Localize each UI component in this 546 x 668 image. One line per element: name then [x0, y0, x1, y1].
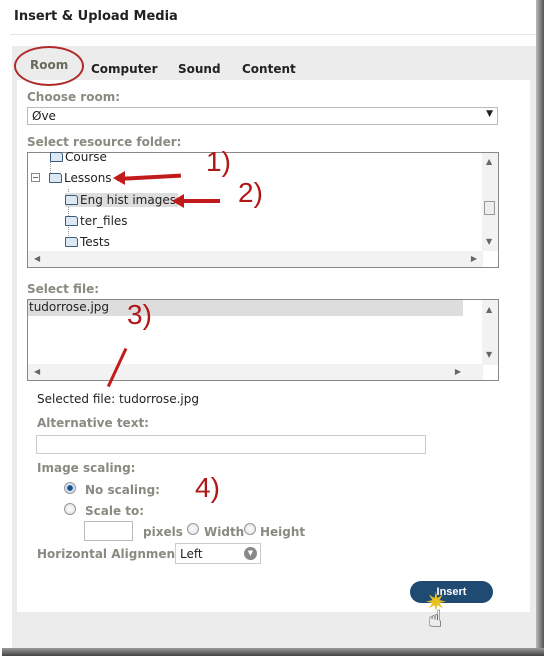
folder-icon — [49, 173, 62, 183]
annotation-2: 2) — [238, 177, 263, 208]
chevron-down-icon: ▼ — [244, 547, 257, 560]
room-value: Øve — [32, 109, 56, 123]
file-label: Select file: — [27, 282, 100, 296]
selected-file-text: Selected file: tudorrose.jpg — [37, 392, 199, 406]
folder-icon — [50, 152, 63, 162]
room-select[interactable]: Øve ▼ — [27, 107, 498, 125]
tab-sound[interactable]: Sound — [178, 62, 221, 76]
hand-cursor-icon: ☝ — [428, 605, 443, 633]
collapse-icon[interactable]: − — [31, 173, 40, 182]
annotation-4: 4) — [195, 472, 220, 503]
alt-text-label: Alternative text: — [37, 416, 149, 430]
file-list[interactable]: tudorrose.jpg ▲ ▼ ◀ ▶ — [27, 299, 499, 381]
alt-text-input[interactable] — [36, 435, 426, 454]
vertical-scrollbar[interactable]: ▲ ▼ — [482, 153, 498, 251]
annotation-3: 3) — [127, 299, 152, 330]
tree-item-label: Tests — [80, 235, 110, 249]
folder-label: Select resource folder: — [27, 135, 182, 149]
tree-item-label: Course — [65, 150, 107, 164]
scale-to-radio[interactable] — [64, 503, 76, 515]
arrowhead — [172, 194, 184, 208]
tree-item-label: Eng hist images — [80, 193, 176, 207]
shadow — [2, 648, 544, 656]
arrowhead — [113, 171, 125, 185]
horizontal-alignment-label: Horizontal Alignment: — [37, 547, 186, 561]
tree-item-ter-files[interactable]: ter_files — [65, 214, 128, 228]
pixels-label: pixels — [143, 525, 183, 539]
scale-pixels-input[interactable] — [84, 521, 133, 541]
no-scaling-label: No scaling: — [85, 483, 160, 497]
width-label: Width — [204, 525, 245, 539]
tree-item-lessons[interactable]: Lessons — [49, 171, 112, 185]
horizontal-scrollbar[interactable]: ◀ ▶ — [28, 364, 483, 380]
annotation-arrow — [180, 199, 220, 203]
folder-icon — [65, 216, 78, 226]
scale-to-label: Scale to: — [85, 504, 145, 518]
no-scaling-radio[interactable] — [64, 482, 76, 494]
alignment-select[interactable]: Left ▼ — [175, 543, 261, 564]
height-label: Height — [260, 525, 306, 539]
dialog-title: Insert & Upload Media — [14, 9, 178, 24]
file-item[interactable]: tudorrose.jpg — [28, 300, 463, 316]
tree-item-tests[interactable]: Tests — [65, 235, 110, 249]
tree-item-eng-hist-images[interactable]: Eng hist images — [65, 193, 178, 207]
insert-button[interactable]: Insert — [410, 581, 493, 603]
chevron-down-icon: ▼ — [486, 109, 493, 119]
folder-icon — [65, 237, 78, 247]
tab-content[interactable]: Content — [242, 62, 296, 76]
tree-item-label: Lessons — [64, 171, 112, 185]
shadow — [536, 0, 544, 655]
scroll-thumb[interactable] — [484, 201, 495, 215]
annotation-1: 1) — [206, 146, 231, 177]
image-scaling-label: Image scaling: — [37, 461, 136, 475]
height-radio[interactable] — [244, 523, 256, 535]
alignment-value: Left — [180, 547, 203, 561]
annotation-circle — [14, 46, 84, 86]
horizontal-scrollbar[interactable]: ◀ ▶ — [28, 251, 483, 267]
tree-item-label: ter_files — [80, 214, 128, 228]
divider — [10, 34, 536, 35]
tree-item-course[interactable]: Course — [50, 150, 107, 164]
width-radio[interactable] — [187, 523, 199, 535]
choose-room-label: Choose room: — [27, 90, 121, 104]
vertical-scrollbar[interactable]: ▲ ▼ — [482, 300, 498, 365]
tab-computer[interactable]: Computer — [91, 62, 157, 76]
folder-icon — [65, 195, 78, 205]
folder-tree[interactable]: Course − Lessons Eng hist images ter_fil… — [27, 150, 499, 268]
